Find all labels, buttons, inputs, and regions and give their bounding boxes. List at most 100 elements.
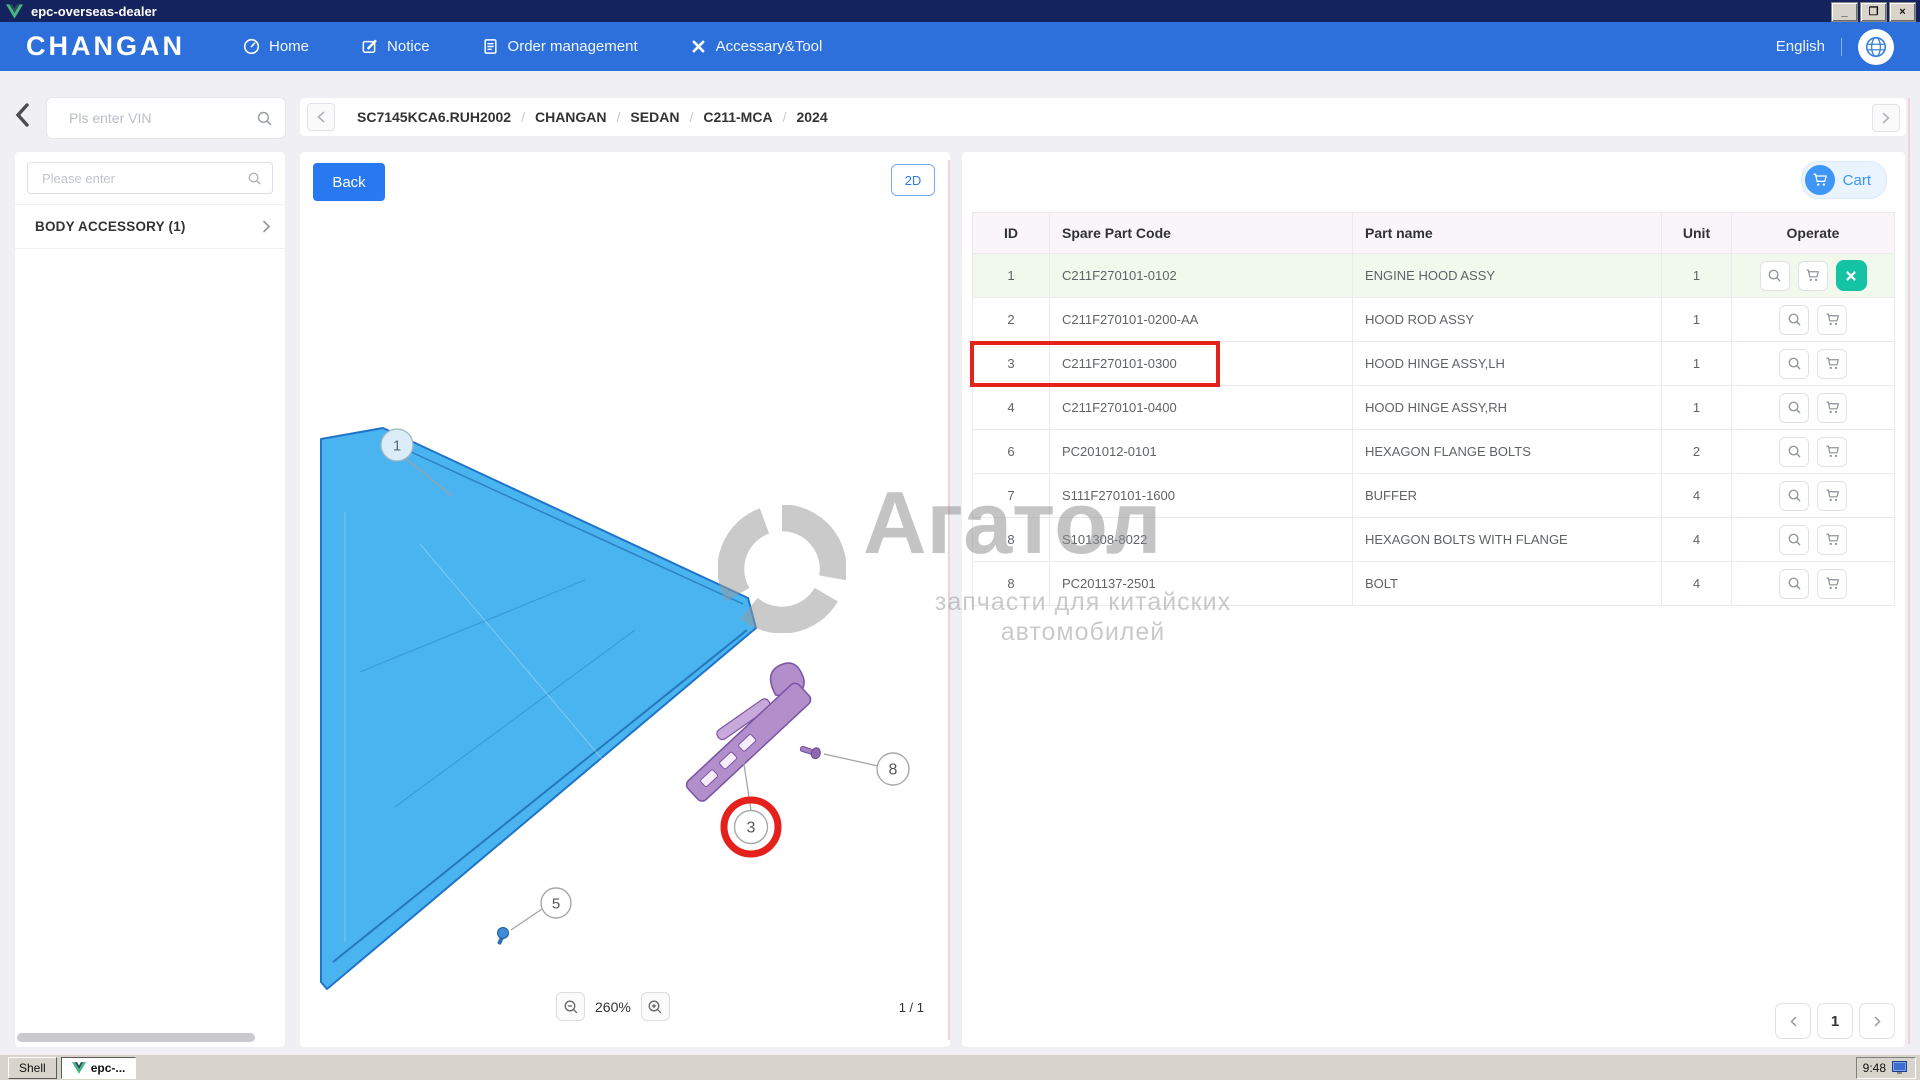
breadcrumb-item[interactable]: CHANGAN bbox=[535, 109, 607, 125]
cell-code: C211F270101-0300 bbox=[1050, 342, 1353, 386]
page-current[interactable]: 1 bbox=[1817, 1003, 1853, 1039]
in-cart-tools-button[interactable] bbox=[1836, 260, 1867, 291]
back-button[interactable]: Back bbox=[313, 163, 385, 201]
nav-label: Order management bbox=[508, 38, 638, 55]
cart-icon bbox=[1812, 172, 1828, 188]
chevron-left-icon bbox=[14, 102, 30, 128]
cell-unit: 4 bbox=[1662, 518, 1732, 562]
add-to-cart-button[interactable] bbox=[1817, 349, 1847, 379]
add-to-cart-button[interactable] bbox=[1817, 437, 1847, 467]
chevron-left-icon bbox=[1789, 1016, 1798, 1027]
cart-button[interactable]: Cart bbox=[1801, 161, 1887, 199]
table-row[interactable]: 2 C211F270101-0200-AA HOOD ROD ASSY 1 bbox=[972, 298, 1895, 342]
table-row[interactable]: 1 C211F270101-0102 ENGINE HOOD ASSY 1 bbox=[972, 254, 1895, 298]
view-part-button[interactable] bbox=[1779, 569, 1809, 599]
category-label: BODY ACCESSORY (1) bbox=[35, 219, 186, 234]
cell-unit: 1 bbox=[1662, 386, 1732, 430]
table-body: 1 C211F270101-0102 ENGINE HOOD ASSY 1 2 … bbox=[972, 254, 1895, 606]
breadcrumb-item[interactable]: SC7145KCA6.RUH2002 bbox=[357, 109, 511, 125]
cart-icon-circle bbox=[1805, 165, 1835, 195]
add-to-cart-button[interactable] bbox=[1817, 305, 1847, 335]
network-monitor-icon[interactable] bbox=[1892, 1061, 1909, 1075]
view-part-button[interactable] bbox=[1779, 525, 1809, 555]
taskbar-button-shell[interactable]: Shell bbox=[8, 1057, 57, 1079]
add-to-cart-button[interactable] bbox=[1817, 393, 1847, 423]
cell-id: 6 bbox=[972, 430, 1050, 474]
nav-item-notice[interactable]: Notice bbox=[361, 38, 430, 55]
cell-unit: 1 bbox=[1662, 254, 1732, 298]
parts-diagram: 1 3 5 8 bbox=[300, 152, 950, 1047]
table-row[interactable]: 7 S111F270101-1600 BUFFER 4 bbox=[972, 474, 1895, 518]
breadcrumb-item[interactable]: 2024 bbox=[796, 109, 827, 125]
hood-shape[interactable] bbox=[321, 428, 756, 989]
svg-text:8: 8 bbox=[889, 762, 898, 779]
vin-search-input[interactable] bbox=[67, 109, 256, 127]
search-icon[interactable] bbox=[247, 171, 262, 186]
breadcrumb-item[interactable]: C211-MCA bbox=[703, 109, 772, 125]
view-part-button[interactable] bbox=[1779, 305, 1809, 335]
cart-label: Cart bbox=[1843, 172, 1871, 189]
search-icon[interactable] bbox=[256, 110, 273, 127]
taskbar-button-label: epc-... bbox=[91, 1061, 126, 1075]
window-title: epc-overseas-dealer bbox=[31, 4, 157, 19]
cart-icon bbox=[1825, 312, 1840, 327]
taskbar-button-epc[interactable]: epc-... bbox=[61, 1057, 137, 1079]
globe-icon bbox=[1865, 36, 1887, 58]
collapse-sidebar-button[interactable] bbox=[14, 102, 30, 133]
bolt-part-8[interactable] bbox=[799, 743, 822, 760]
view-part-button[interactable] bbox=[1779, 481, 1809, 511]
table-row[interactable]: 4 C211F270101-0400 HOOD HINGE ASSY,RH 1 bbox=[972, 386, 1895, 430]
breadcrumb-prev-button[interactable] bbox=[307, 103, 335, 131]
page-prev-button[interactable] bbox=[1775, 1003, 1811, 1039]
view-mode-2d-button[interactable]: 2D bbox=[891, 164, 935, 196]
cell-unit: 2 bbox=[1662, 430, 1732, 474]
breadcrumb-next-button[interactable] bbox=[1872, 104, 1900, 132]
table-row[interactable]: 8 PC201137-2501 BOLT 4 bbox=[972, 562, 1895, 606]
zoom-in-button[interactable] bbox=[641, 992, 670, 1021]
restore-button[interactable]: ❐ bbox=[1860, 2, 1887, 22]
view-part-button[interactable] bbox=[1779, 393, 1809, 423]
cell-unit: 1 bbox=[1662, 298, 1732, 342]
add-to-cart-button[interactable] bbox=[1817, 481, 1847, 511]
table-row[interactable]: 3 C211F270101-0300 HOOD HINGE ASSY,LH 1 bbox=[972, 342, 1895, 386]
window-titlebar: epc-overseas-dealer _ ❐ × bbox=[0, 0, 1920, 22]
category-search-input[interactable] bbox=[40, 170, 247, 187]
magnifier-icon bbox=[1787, 532, 1802, 547]
page-next-button[interactable] bbox=[1859, 1003, 1895, 1039]
language-selector[interactable]: English bbox=[1776, 38, 1825, 55]
cell-name: HEXAGON BOLTS WITH FLANGE bbox=[1353, 518, 1662, 562]
add-to-cart-button[interactable] bbox=[1798, 261, 1828, 291]
cell-code: C211F270101-0400 bbox=[1050, 386, 1353, 430]
taskbar-button-label: Shell bbox=[19, 1061, 46, 1075]
add-to-cart-button[interactable] bbox=[1817, 569, 1847, 599]
table-row[interactable]: 6 PC201012-0101 HEXAGON FLANGE BOLTS 2 bbox=[972, 430, 1895, 474]
callout-1[interactable]: 1 bbox=[381, 429, 413, 461]
cart-icon bbox=[1825, 444, 1840, 459]
add-to-cart-button[interactable] bbox=[1817, 525, 1847, 555]
nav-item-order-management[interactable]: Order management bbox=[482, 38, 638, 55]
header-code: Spare Part Code bbox=[1050, 212, 1353, 254]
zoom-out-button[interactable] bbox=[556, 992, 585, 1021]
callout-5[interactable]: 5 bbox=[541, 888, 571, 918]
cell-operate bbox=[1732, 342, 1895, 386]
view-part-button[interactable] bbox=[1760, 261, 1790, 291]
cell-name: HOOD ROD ASSY bbox=[1353, 298, 1662, 342]
view-part-button[interactable] bbox=[1779, 437, 1809, 467]
app-window: epc-overseas-dealer _ ❐ × CHANGAN Home bbox=[0, 0, 1920, 1080]
sidebar-item-body-accessory[interactable]: BODY ACCESSORY (1) bbox=[15, 204, 285, 249]
bolt-part-5[interactable] bbox=[497, 928, 508, 946]
brand-logo[interactable]: CHANGAN bbox=[26, 31, 185, 62]
callout-8[interactable]: 8 bbox=[877, 753, 909, 785]
table-row[interactable]: 8 S101308-8022 HEXAGON BOLTS WITH FLANGE… bbox=[972, 518, 1895, 562]
user-globe-avatar[interactable] bbox=[1858, 29, 1894, 65]
page-scrollbar[interactable] bbox=[1908, 98, 1910, 1044]
view-part-button[interactable] bbox=[1779, 349, 1809, 379]
magnifier-icon bbox=[1787, 356, 1802, 371]
minimize-button[interactable]: _ bbox=[1831, 2, 1858, 22]
sidebar-scrollbar[interactable] bbox=[17, 1033, 255, 1042]
breadcrumb-item[interactable]: SEDAN bbox=[630, 109, 679, 125]
nav-item-home[interactable]: Home bbox=[243, 38, 309, 55]
nav-item-accessary-tool[interactable]: Accessary&Tool bbox=[690, 38, 823, 55]
cell-name: ENGINE HOOD ASSY bbox=[1353, 254, 1662, 298]
close-button[interactable]: × bbox=[1889, 2, 1916, 22]
